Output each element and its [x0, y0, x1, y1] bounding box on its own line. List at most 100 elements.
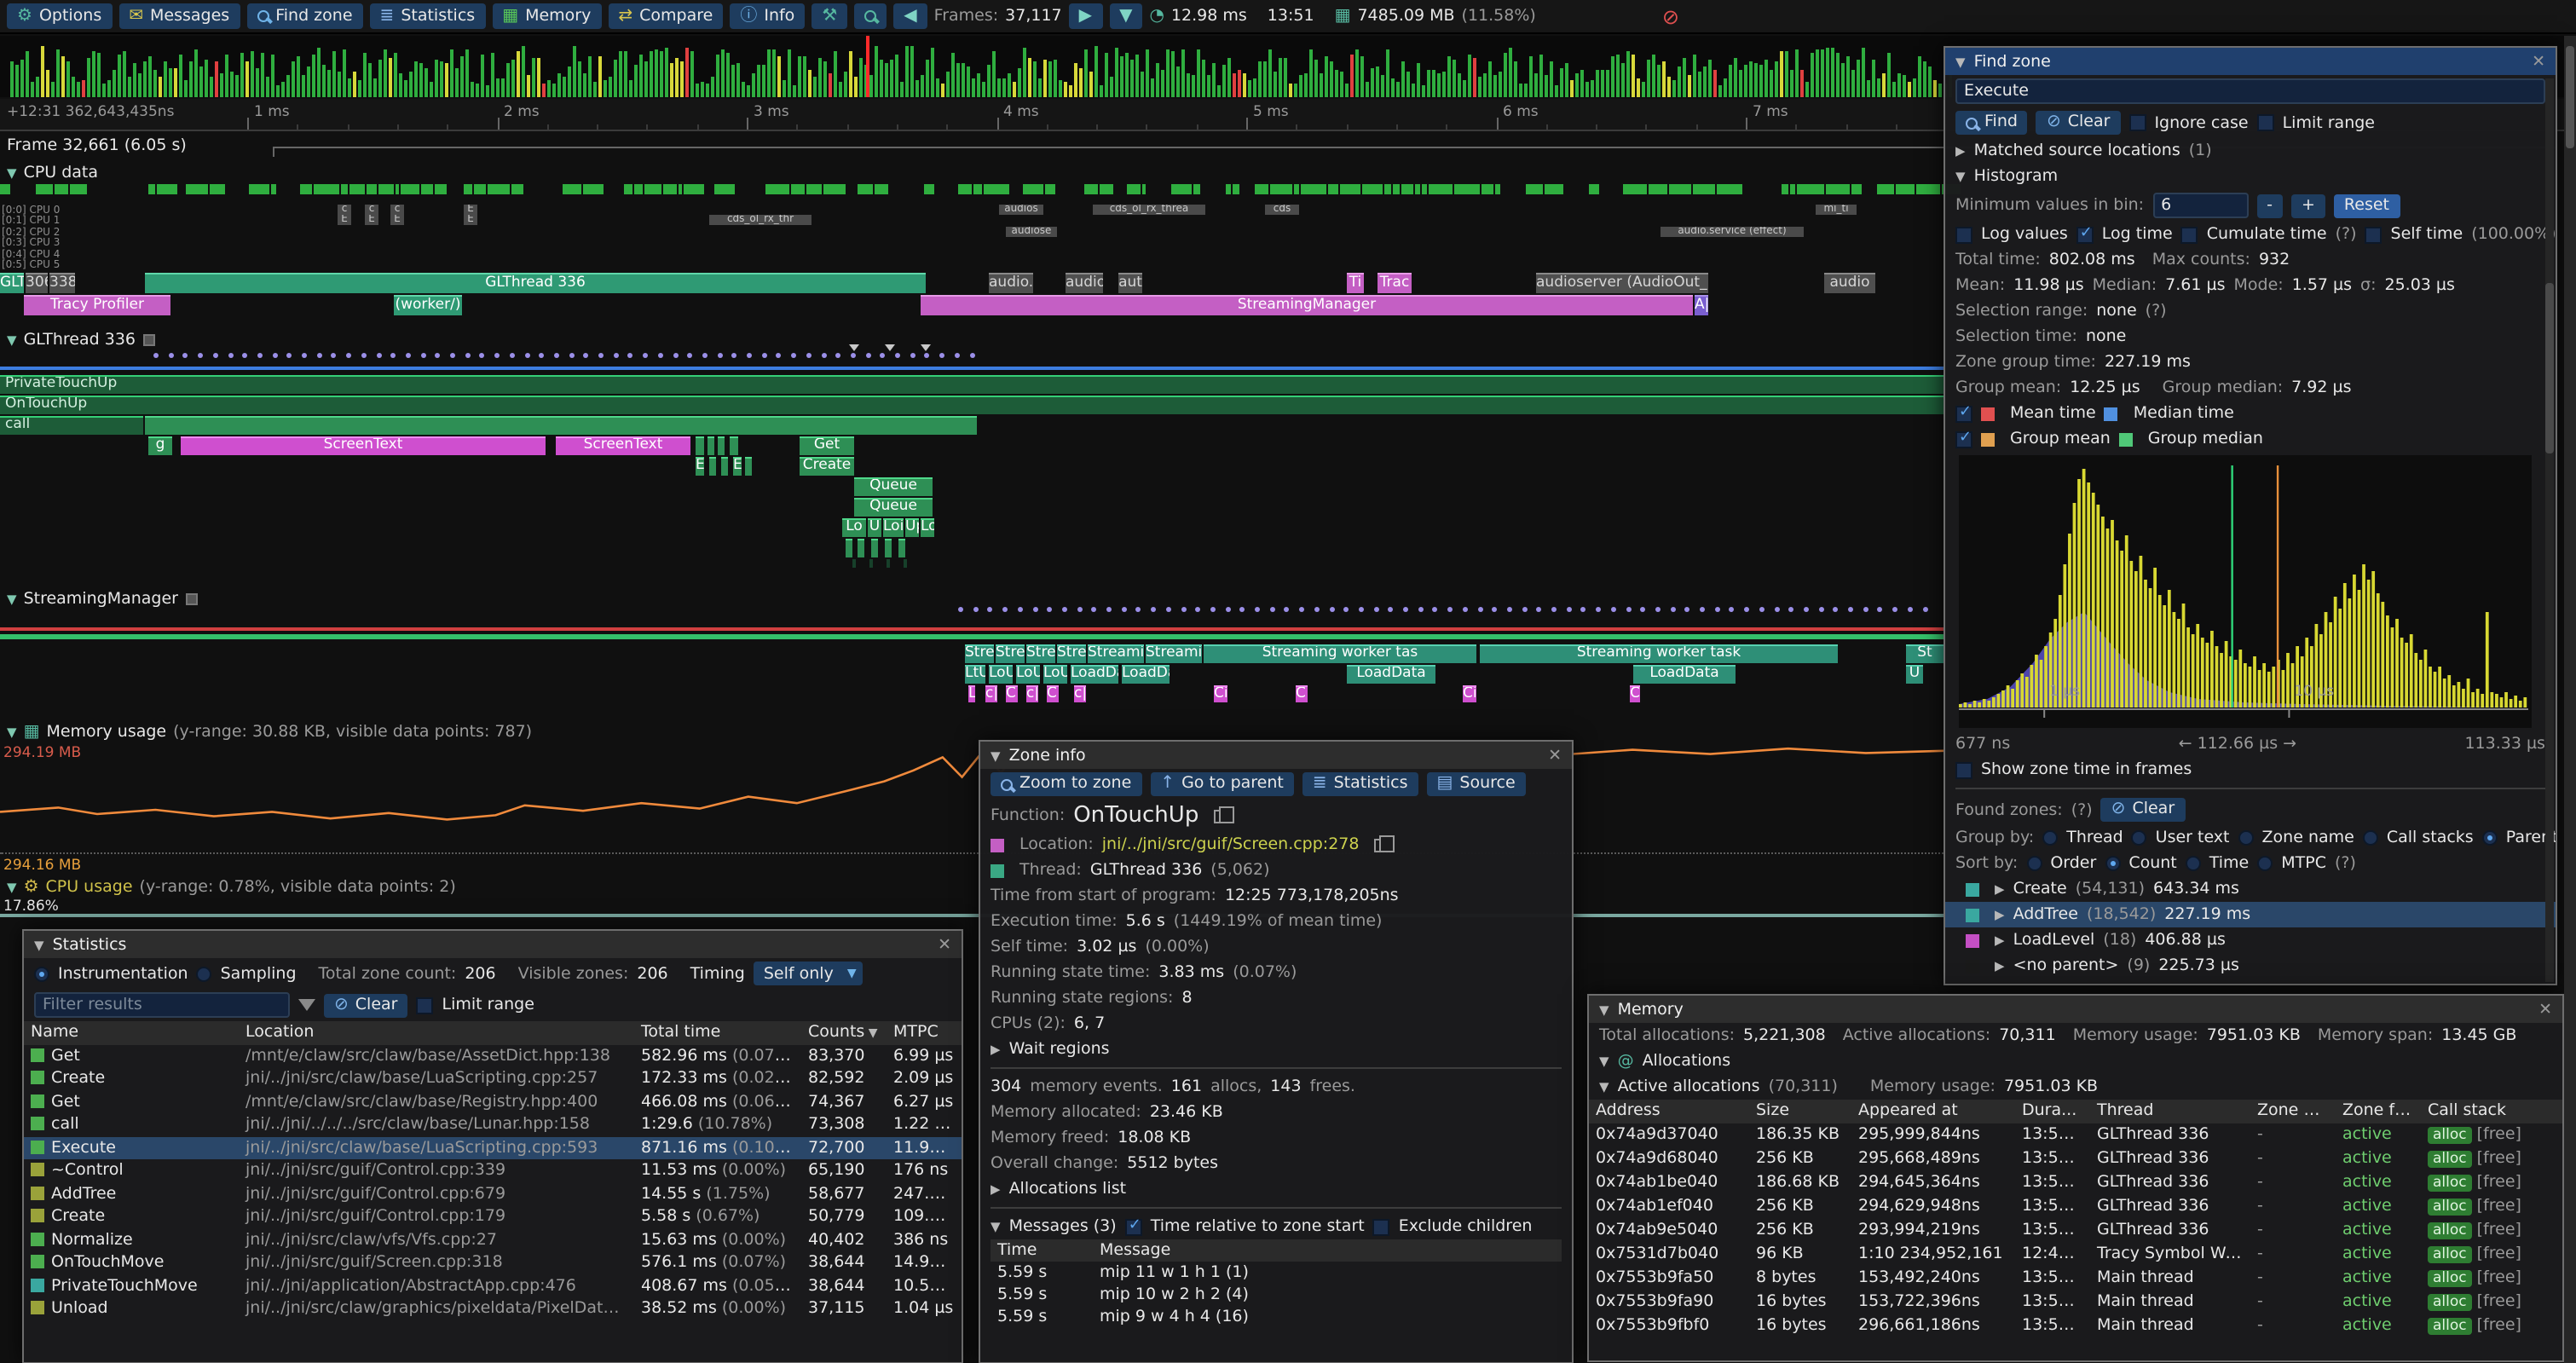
frame-bar[interactable] — [1478, 76, 1481, 97]
reset-button[interactable]: Reset — [2334, 193, 2400, 217]
frame-bar[interactable] — [1790, 70, 1793, 97]
frame-bar[interactable] — [1371, 67, 1374, 97]
frame-bar[interactable] — [41, 46, 44, 97]
frame-bar[interactable] — [542, 83, 546, 97]
frame-bar[interactable] — [1642, 81, 1645, 97]
glthread-zone[interactable]: Lo — [921, 518, 934, 537]
frame-bar[interactable] — [1069, 85, 1072, 97]
statistics-row[interactable]: Createjni/../jni/src/guif/Control.cpp:17… — [24, 1205, 962, 1228]
frame-bar[interactable] — [389, 59, 392, 97]
column-header[interactable]: Size — [1749, 1100, 1851, 1123]
message-dot[interactable] — [761, 353, 766, 358]
column-header[interactable]: Location — [239, 1021, 634, 1044]
frame-bar[interactable] — [1555, 85, 1558, 97]
frame-bar[interactable] — [1662, 61, 1666, 97]
frame-bar[interactable] — [292, 62, 295, 97]
matched-source-locations-toggle[interactable]: ▶Matched source locations(1) — [1945, 138, 2556, 164]
cpu-zone[interactable]: E — [390, 216, 404, 226]
frame-bar[interactable] — [685, 48, 689, 97]
frame-bar[interactable] — [1079, 67, 1083, 97]
frame-bar[interactable] — [1759, 64, 1763, 97]
cpu-thread-zone[interactable]: audio.se — [989, 273, 1033, 293]
frame-bar[interactable] — [51, 83, 55, 97]
frame-bar[interactable] — [578, 62, 581, 97]
streaming-zone[interactable]: LoadData — [1347, 665, 1435, 684]
expand-icon[interactable]: ▶ — [1995, 907, 2005, 922]
vertical-scrollbar[interactable] — [2564, 36, 2576, 1363]
prev-frame-button[interactable]: ◀ — [893, 3, 927, 29]
frame-bar[interactable] — [1800, 71, 1804, 97]
alloc-callstack-button[interactable]: alloc — [2428, 1270, 2472, 1287]
cpu-thread-zone[interactable]: A| — [1695, 295, 1708, 315]
frame-bar[interactable] — [711, 77, 714, 97]
message-dot[interactable] — [554, 353, 559, 358]
frame-bar[interactable] — [1084, 49, 1088, 97]
frame-bar[interactable] — [1386, 49, 1389, 97]
message-dot[interactable] — [406, 353, 411, 358]
frame-bar[interactable] — [793, 84, 796, 97]
message-dot[interactable] — [747, 353, 752, 358]
frame-bar[interactable] — [107, 79, 111, 97]
frame-bar[interactable] — [445, 62, 448, 97]
message-dot[interactable] — [687, 353, 692, 358]
frame-bar[interactable] — [1841, 63, 1845, 97]
close-icon[interactable]: ✕ — [2538, 1000, 2552, 1019]
message-dot[interactable] — [1047, 607, 1052, 612]
frame-bar[interactable] — [875, 47, 878, 97]
frame-bar[interactable] — [179, 55, 182, 97]
frame-bar[interactable] — [1913, 79, 1916, 97]
frame-bar[interactable] — [665, 49, 668, 97]
frame-bar[interactable] — [1289, 84, 1292, 97]
message-dot[interactable] — [1018, 607, 1023, 612]
message-row[interactable]: 5.59 smip 11 w 1 h 1 (1) — [991, 1262, 1562, 1284]
cpu-zone[interactable]: c — [338, 205, 351, 215]
frame-bar[interactable] — [701, 81, 704, 97]
statistics-row[interactable]: Unloadjni/../jni/src/claw/graphics/pixel… — [24, 1297, 962, 1320]
frame-bar[interactable] — [1043, 61, 1047, 97]
frame-bar[interactable] — [839, 81, 842, 97]
statistics-row[interactable]: ~Controljni/../jni/src/guif/Control.cpp:… — [24, 1159, 962, 1182]
allocation-row[interactable]: 0x7531d7b04096 KB1:10 234,952,16112:40.7… — [1589, 1243, 2562, 1267]
message-dot[interactable] — [1151, 607, 1156, 612]
frame-bar[interactable] — [951, 54, 955, 97]
frame-bar[interactable] — [194, 49, 198, 97]
allocation-row[interactable]: 0x74ab9e5040256 KB293,994,219ns13:50.7GL… — [1589, 1219, 2562, 1243]
frame-bar[interactable] — [1115, 47, 1118, 97]
section-header-memory-usage[interactable]: ▼▦Memory usage(y-range: 30.88 KB, visibl… — [7, 723, 532, 742]
frame-bar[interactable] — [1013, 81, 1016, 97]
message-dot[interactable] — [153, 353, 159, 358]
frame-bar[interactable] — [1591, 80, 1594, 97]
frame-bar[interactable] — [997, 78, 1001, 97]
frame-bar[interactable] — [251, 51, 254, 97]
section-header-glthread[interactable]: ▼GLThread 336 — [7, 331, 154, 349]
frame-bar[interactable] — [1892, 81, 1896, 97]
thread-pin-icon[interactable] — [185, 593, 197, 605]
frame-bar[interactable] — [803, 57, 806, 97]
frame-bar[interactable] — [1509, 49, 1512, 97]
message-dot[interactable] — [228, 353, 233, 358]
frame-bar[interactable] — [1519, 83, 1522, 97]
glthread-zone[interactable] — [745, 457, 752, 476]
streaming-zone[interactable]: C| — [1006, 685, 1018, 702]
frame-bar[interactable] — [465, 50, 469, 97]
frame-bar[interactable] — [670, 64, 673, 97]
frame-bar[interactable] — [532, 58, 535, 97]
frame-bar[interactable] — [604, 81, 607, 97]
message-dot[interactable] — [1106, 607, 1112, 612]
message-dot[interactable] — [316, 353, 321, 358]
collapse-icon[interactable]: ▼ — [7, 592, 17, 607]
frame-bar[interactable] — [1805, 82, 1809, 97]
frame-bar[interactable] — [10, 62, 14, 97]
glthread-zone[interactable]: ScreenText — [181, 436, 546, 455]
copy-icon[interactable] — [1375, 838, 1387, 852]
message-dot[interactable] — [183, 353, 188, 358]
frame-bar[interactable] — [26, 51, 29, 97]
frame-bar[interactable] — [1176, 66, 1180, 97]
frame-bar[interactable] — [1243, 74, 1246, 97]
frame-bar[interactable] — [338, 72, 341, 97]
message-dot[interactable] — [524, 353, 529, 358]
message-dot[interactable] — [1255, 607, 1260, 612]
frame-bar[interactable] — [644, 61, 648, 97]
frame-bar[interactable] — [425, 67, 428, 97]
allocation-row[interactable]: 0x7553b9fa9016 bytes153,722,396ns13:50.8… — [1589, 1291, 2562, 1314]
